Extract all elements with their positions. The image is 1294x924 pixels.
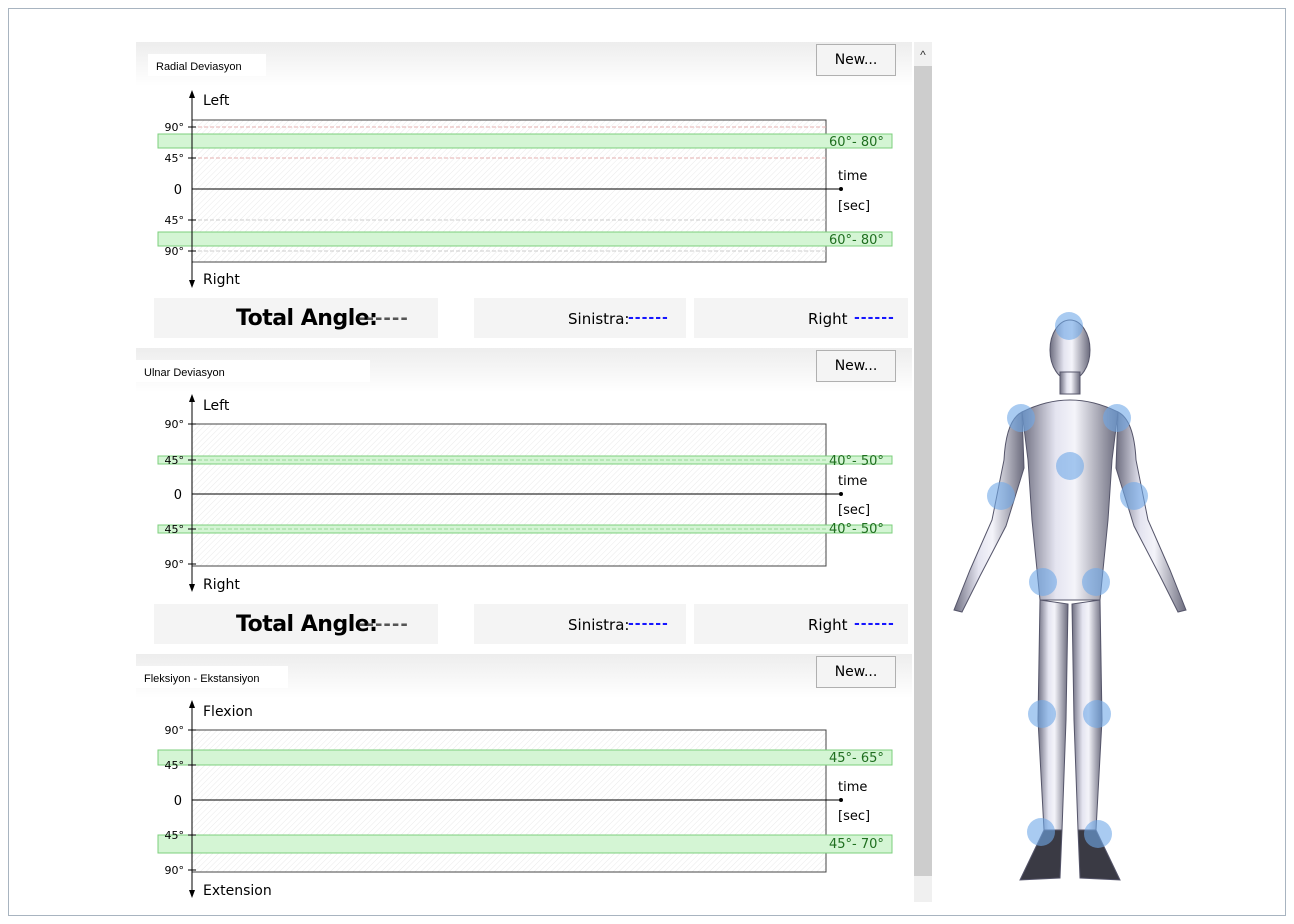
right-side-value: ------ bbox=[854, 616, 895, 632]
radial-deviation-panel: Radial Deviasyon New... Left Right 90° 4 bbox=[136, 42, 912, 348]
x-axis-end-dot bbox=[839, 492, 843, 496]
tick-label-90: 90° bbox=[165, 724, 185, 737]
left-hip-joint-marker[interactable] bbox=[1029, 568, 1057, 596]
range-label-bottom: 45°- 70° bbox=[829, 837, 884, 852]
left-elbow-joint-marker[interactable] bbox=[987, 482, 1015, 510]
y-axis-arrow-up-icon bbox=[189, 90, 195, 98]
y-axis-arrow-up-icon bbox=[189, 394, 195, 402]
total-angle-label: Total Angle: bbox=[236, 306, 378, 331]
left-side-box: Sinistra: ------ bbox=[474, 298, 686, 338]
tick-label-45-neg: 45° bbox=[165, 523, 185, 536]
left-side-label: Sinistra: bbox=[568, 616, 630, 634]
right-side-label: Right bbox=[808, 310, 848, 328]
panel-title: Fleksiyon - Ekstansiyon bbox=[136, 666, 288, 688]
tick-label-0: 0 bbox=[174, 488, 182, 503]
target-band-bottom bbox=[157, 231, 893, 247]
target-band-top bbox=[157, 133, 893, 149]
tick-label-0: 0 bbox=[174, 794, 182, 809]
right-side-box: Right ------ bbox=[694, 298, 908, 338]
down-direction-label: Right bbox=[203, 272, 240, 288]
left-ankle-joint-marker[interactable] bbox=[1027, 818, 1055, 846]
tick-label-90: 90° bbox=[165, 418, 185, 431]
y-axis-arrow-down-icon bbox=[189, 890, 195, 898]
range-label-top: 60°- 80° bbox=[829, 135, 884, 150]
down-direction-label: Extension bbox=[203, 883, 272, 899]
angle-chart: Left Right 90° 45° 0 45° 90° 40°- 50° 40… bbox=[157, 394, 893, 593]
time-unit-label: [sec] bbox=[838, 503, 870, 518]
body-model bbox=[953, 312, 1187, 881]
target-band-top bbox=[157, 749, 893, 766]
up-direction-label: Left bbox=[203, 93, 230, 109]
right-elbow-joint-marker[interactable] bbox=[1120, 482, 1148, 510]
right-hip-joint-marker[interactable] bbox=[1082, 568, 1110, 596]
tick-label-45: 45° bbox=[165, 759, 185, 772]
total-angle-label: Total Angle: bbox=[236, 612, 378, 637]
flexion-extension-panel: Fleksiyon - Ekstansiyon New... Flexion E… bbox=[136, 654, 912, 904]
new-measurement-button[interactable]: New... bbox=[816, 44, 896, 76]
left-side-label: Sinistra: bbox=[568, 310, 630, 328]
right-side-box: Right ------ bbox=[694, 604, 908, 644]
scroll-up-arrow-icon[interactable]: ^ bbox=[914, 44, 932, 64]
down-direction-label: Right bbox=[203, 577, 240, 593]
right-shoulder-joint-marker[interactable] bbox=[1103, 404, 1131, 432]
summary-row: Total Angle: ------ Sinistra: ------ Rig… bbox=[136, 298, 912, 340]
total-angle-box: Total Angle: ------ bbox=[154, 604, 438, 644]
left-shoulder-joint-marker[interactable] bbox=[1007, 404, 1035, 432]
y-axis-arrow-down-icon bbox=[189, 584, 195, 592]
tick-label-90-neg: 90° bbox=[165, 864, 185, 877]
tick-label-0: 0 bbox=[174, 183, 182, 198]
time-unit-label: [sec] bbox=[838, 809, 870, 824]
human-figure bbox=[953, 319, 1187, 881]
scrollbar-thumb[interactable] bbox=[914, 66, 932, 876]
angle-chart: Left Right 90° 45° 0 45° 90° 60°- 80° 60… bbox=[157, 90, 893, 288]
tick-label-90-neg: 90° bbox=[165, 558, 185, 571]
time-unit-label: [sec] bbox=[838, 199, 870, 214]
range-label-top: 40°- 50° bbox=[829, 454, 884, 469]
time-axis-label: time bbox=[838, 474, 867, 489]
summary-row: Total Angle: ------ Sinistra: ------ Rig… bbox=[136, 604, 912, 646]
angle-chart: Flexion Extension 90° 45° 0 45° 90° 45°-… bbox=[157, 700, 893, 899]
x-axis-end-dot bbox=[839, 798, 843, 802]
total-angle-value: ------ bbox=[358, 614, 409, 635]
left-side-value: ------ bbox=[628, 616, 669, 632]
left-knee-joint-marker[interactable] bbox=[1028, 700, 1056, 728]
chest-joint-marker[interactable] bbox=[1056, 452, 1084, 480]
y-axis-arrow-down-icon bbox=[189, 280, 195, 288]
x-axis-end-dot bbox=[839, 187, 843, 191]
chart-plot-area bbox=[191, 423, 827, 567]
range-label-bottom: 60°- 80° bbox=[829, 233, 884, 248]
right-side-value: ------ bbox=[854, 310, 895, 326]
new-measurement-button[interactable]: New... bbox=[816, 350, 896, 382]
total-angle-value: ------ bbox=[358, 308, 409, 329]
total-angle-box: Total Angle: ------ bbox=[154, 298, 438, 338]
left-side-box: Sinistra: ------ bbox=[474, 604, 686, 644]
range-label-bottom: 40°- 50° bbox=[829, 522, 884, 537]
tick-label-45: 45° bbox=[165, 454, 185, 467]
tick-label-90: 90° bbox=[165, 121, 185, 134]
right-knee-joint-marker[interactable] bbox=[1083, 700, 1111, 728]
up-direction-label: Left bbox=[203, 398, 230, 414]
left-side-value: ------ bbox=[628, 310, 669, 326]
tick-label-45: 45° bbox=[165, 152, 185, 165]
time-axis-label: time bbox=[838, 780, 867, 795]
right-ankle-joint-marker[interactable] bbox=[1084, 820, 1112, 848]
head-joint-marker[interactable] bbox=[1055, 312, 1083, 340]
panel-title: Radial Deviasyon bbox=[148, 54, 266, 76]
right-side-label: Right bbox=[808, 616, 848, 634]
range-label-top: 45°- 65° bbox=[829, 751, 884, 766]
target-band-bottom bbox=[157, 834, 893, 854]
tick-label-45-neg: 45° bbox=[165, 214, 185, 227]
y-axis-arrow-up-icon bbox=[189, 700, 195, 708]
up-direction-label: Flexion bbox=[203, 704, 253, 720]
new-measurement-button[interactable]: New... bbox=[816, 656, 896, 688]
tick-label-90-neg: 90° bbox=[165, 245, 185, 258]
time-axis-label: time bbox=[838, 169, 867, 184]
ulnar-deviation-panel: Ulnar Deviasyon New... Left Right 90° 45… bbox=[136, 348, 912, 654]
panel-title: Ulnar Deviasyon bbox=[136, 360, 370, 382]
tick-label-45-neg: 45° bbox=[165, 829, 185, 842]
